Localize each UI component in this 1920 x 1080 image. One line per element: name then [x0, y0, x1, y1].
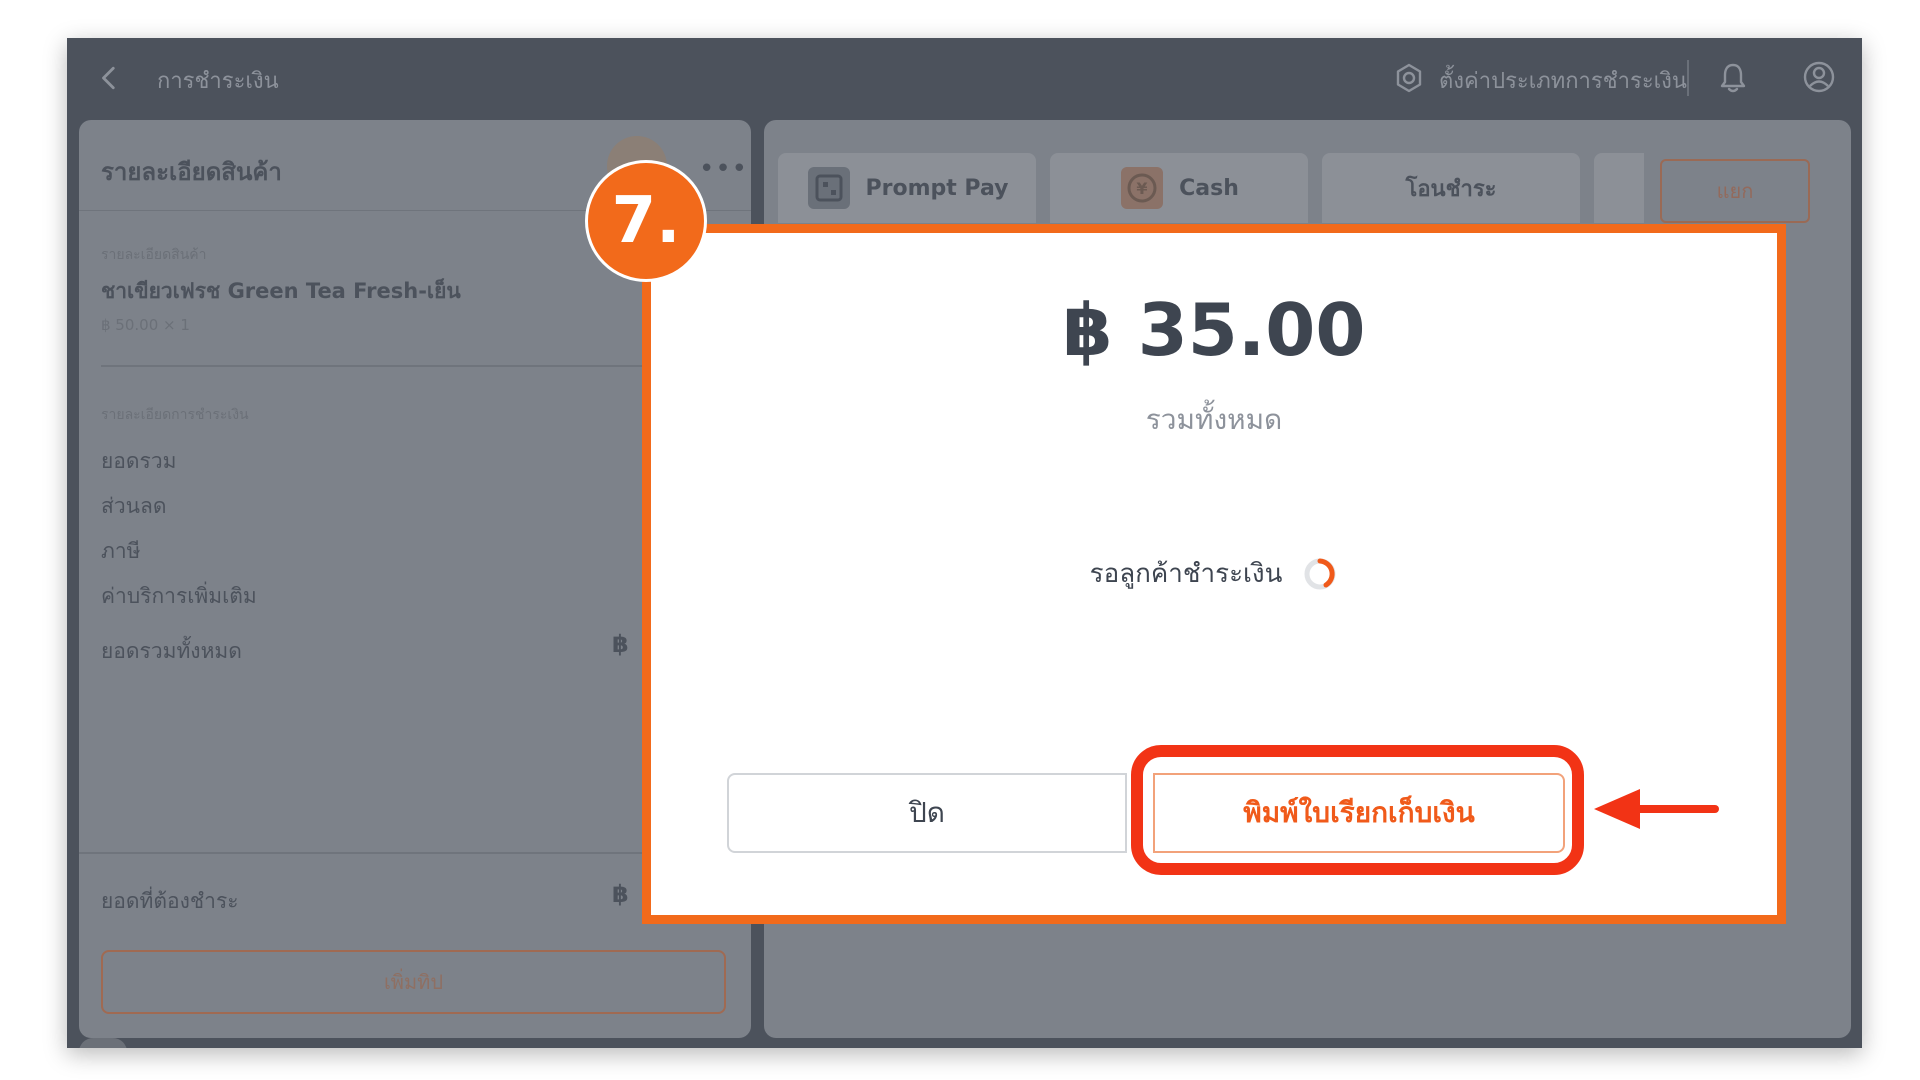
product-price: ฿ 50.00 × 1 [101, 316, 190, 334]
product-caption: รายละเอียดสินค้า [101, 247, 207, 263]
tab-label: โอนชำระ [1405, 176, 1497, 202]
panel-title: รายละเอียดสินค้า [101, 158, 282, 186]
summary-total-label: ยอดรวมทั้งหมด [101, 639, 242, 663]
divider [101, 365, 731, 367]
svg-text:¥: ¥ [1137, 179, 1148, 198]
loading-spinner-icon [1304, 558, 1336, 589]
user-icon[interactable] [1802, 60, 1836, 94]
payment-caption: รายละเอียดการชำระเงิน [101, 407, 249, 423]
tutorial-screenshot: การชำระเงิน ตั้งค่าประเภทการชำระเงิน ราย… [0, 0, 1920, 1080]
waiting-status: รอลูกค้าชำระเงิน [651, 553, 1777, 594]
highlight-callout [1131, 745, 1584, 875]
gear-icon[interactable] [1393, 62, 1425, 94]
summary-discount-label: ส่วนลด [101, 494, 167, 518]
bell-icon[interactable] [1717, 61, 1749, 95]
pointer-arrow-icon [1594, 789, 1719, 829]
summary-service-label: ค่าบริการเพิ่มเติม [101, 584, 257, 608]
topbar-divider [1687, 60, 1689, 96]
product-name: ชาเขียวเฟรช Green Tea Fresh-เย็น [101, 279, 461, 303]
tab-label: Prompt Pay [865, 175, 1009, 201]
corner-decoration [79, 1038, 127, 1048]
page-title: การชำระเงิน [157, 69, 279, 94]
tab-bank-transfer[interactable]: โอนชำระ [1322, 153, 1580, 223]
back-arrow-icon[interactable] [97, 65, 123, 91]
tab-partial[interactable] [1594, 153, 1644, 223]
total-amount-label: รวมทั้งหมด [1145, 403, 1283, 436]
payment-settings-link[interactable]: ตั้งค่าประเภทการชำระเงิน [1439, 63, 1687, 98]
total-amount: ฿ 35.00 [1062, 288, 1366, 372]
amount-due-label: ยอดที่ต้องชำระ [101, 889, 239, 913]
summary-tax-label: ภาษี [101, 539, 141, 563]
tab-prompt-pay[interactable]: Prompt Pay [778, 153, 1036, 223]
waiting-text: รอลูกค้าชำระเงิน [1089, 559, 1283, 589]
tab-cash[interactable]: ¥ Cash [1050, 153, 1308, 223]
step-number-badge: 7. [585, 160, 707, 282]
more-options-icon[interactable]: ••• [699, 154, 748, 184]
qr-icon [807, 167, 850, 209]
tab-label: Cash [1179, 175, 1239, 201]
coin-icon: ¥ [1121, 167, 1164, 209]
summary-subtotal-label: ยอดรวม [101, 449, 177, 473]
close-button[interactable]: ปิด [727, 773, 1127, 853]
amount-due-currency: ฿ [612, 880, 629, 908]
summary-total-currency: ฿ [612, 630, 629, 658]
split-bill-button[interactable]: แยก [1660, 159, 1810, 223]
top-bar: การชำระเงิน ตั้งค่าประเภทการชำระเงิน [67, 38, 1862, 119]
add-tip-button[interactable]: เพิ่มทิป [101, 950, 726, 1014]
